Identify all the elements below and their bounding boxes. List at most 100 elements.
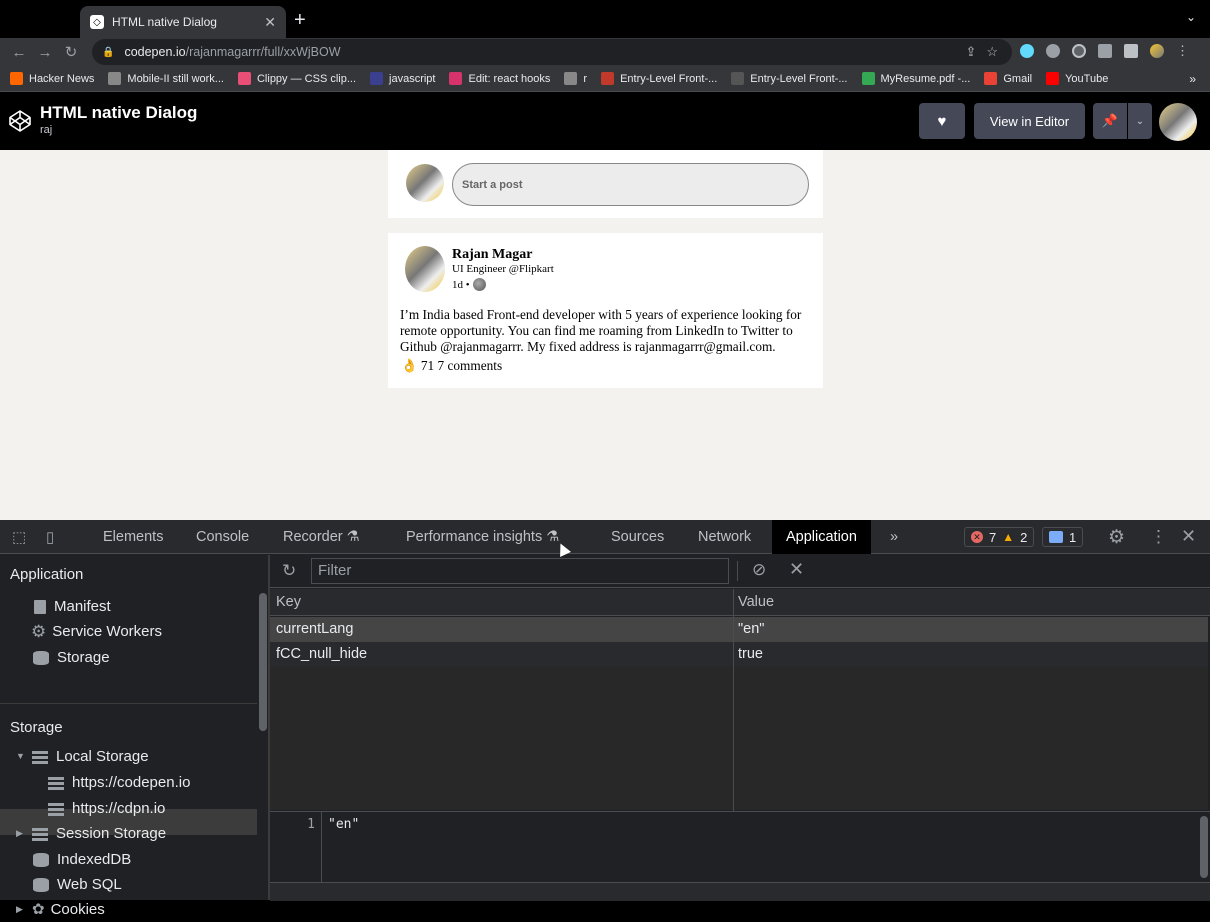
issues-badge[interactable]: ✕ 7 ▲ 2: [964, 527, 1035, 547]
table-empty-area: [270, 667, 1208, 810]
bookmark-item[interactable]: Hacker News: [10, 72, 94, 85]
sidebar-item-cookies[interactable]: ▶ ✿ Cookies: [16, 897, 105, 922]
tab-recorder[interactable]: Recorder ⚗: [283, 520, 360, 554]
tab-sources[interactable]: Sources: [611, 520, 664, 554]
start-post-button[interactable]: Start a post: [452, 163, 809, 206]
menu-kebab-icon[interactable]: ⋮: [1176, 44, 1189, 58]
post-reactions[interactable]: 👌 71 7 comments: [401, 358, 502, 374]
filter-input[interactable]: Filter: [311, 558, 729, 584]
post-card: Rajan Magar UI Engineer @Flipkart 1d • I…: [388, 233, 823, 388]
post-body: I’m India based Front-end developer with…: [400, 307, 802, 354]
bookmark-item[interactable]: Edit: react hooks: [449, 72, 550, 85]
bookmark-item[interactable]: r: [564, 72, 587, 85]
pin-button[interactable]: 📌: [1093, 103, 1127, 139]
bookmark-favicon-icon: [108, 72, 122, 85]
share-icon[interactable]: ⇪: [965, 44, 976, 60]
column-key-header[interactable]: Key: [276, 594, 301, 610]
sidepanel-icon[interactable]: [1124, 44, 1138, 58]
sidebar-item-manifest[interactable]: Manifest: [34, 594, 111, 619]
application-heading: Application: [10, 566, 84, 583]
column-value-header[interactable]: Value: [738, 594, 774, 610]
clear-all-icon[interactable]: ⊘: [752, 560, 766, 580]
cookie-icon: ✿: [32, 901, 45, 918]
table-header: Key Value: [270, 589, 1210, 616]
bookmark-item[interactable]: YouTube: [1046, 72, 1108, 85]
bookmark-item[interactable]: Clippy — CSS clip...: [237, 72, 356, 85]
view-in-editor-button[interactable]: View in Editor: [974, 103, 1085, 139]
table-row[interactable]: fCC_null_hide true: [270, 642, 1208, 667]
close-tab-icon[interactable]: ✕: [264, 14, 276, 31]
reload-icon[interactable]: ↻: [58, 43, 84, 61]
collapsed-triangle-icon[interactable]: ▶: [16, 821, 24, 846]
bookmark-favicon-icon: [731, 72, 745, 85]
preview-scrollbar[interactable]: [1200, 816, 1208, 878]
more-bookmarks-chevron[interactable]: »: [1189, 72, 1196, 86]
error-count: 7: [989, 529, 997, 545]
tab-elements[interactable]: Elements: [103, 520, 163, 554]
profile-avatar-icon[interactable]: [1150, 44, 1164, 58]
messages-badge[interactable]: 1: [1042, 527, 1084, 547]
device-toolbar-icon[interactable]: ▯: [46, 528, 54, 546]
collapsed-triangle-icon[interactable]: ▶: [16, 897, 24, 922]
tab-network[interactable]: Network: [698, 520, 751, 554]
sidebar-item-local-storage[interactable]: ▼ Local Storage: [16, 744, 149, 769]
pen-author[interactable]: raj: [40, 124, 52, 136]
bookmark-item[interactable]: javascript: [370, 72, 435, 85]
react-devtools-icon[interactable]: [1020, 44, 1034, 58]
sidebar-item-codepen-origin[interactable]: https://codepen.io: [48, 770, 190, 795]
tab-console[interactable]: Console: [196, 520, 249, 554]
extension-icon[interactable]: [1072, 44, 1086, 58]
codepen-logo-icon[interactable]: [8, 109, 32, 133]
sidebar-item-label: Local Storage: [56, 748, 149, 765]
table-row[interactable]: currentLang "en": [270, 617, 1208, 642]
bookmark-star-icon[interactable]: ☆: [986, 44, 998, 60]
expand-triangle-icon[interactable]: ▼: [16, 744, 25, 769]
puzzle-icon[interactable]: [1098, 44, 1112, 58]
new-tab-icon[interactable]: +: [294, 10, 306, 30]
forward-icon[interactable]: →: [32, 44, 58, 61]
sidebar-item-service-workers[interactable]: ⚙ Service Workers: [31, 619, 162, 644]
refresh-icon[interactable]: ↻: [282, 561, 296, 581]
storage-view: ↻ Filter ⊘ ✕ Key Value currentLang "en" …: [270, 555, 1210, 901]
bookmark-item[interactable]: MyResume.pdf -...: [861, 72, 970, 85]
codepen-user-avatar[interactable]: [1159, 103, 1197, 141]
sidebar-item-label: Service Workers: [52, 623, 162, 640]
browser-tab[interactable]: ◇ HTML native Dialog ✕: [80, 6, 286, 38]
sidebar-item-session-storage[interactable]: ▶ Session Storage: [16, 821, 166, 846]
tab-performance-insights[interactable]: Performance insights ⚗: [406, 520, 559, 554]
table-icon: [32, 749, 48, 764]
sidebar-scrollbar[interactable]: [259, 593, 267, 731]
sidebar-item-indexeddb[interactable]: IndexedDB: [33, 847, 131, 872]
post-time-text: 1d •: [452, 278, 470, 291]
settings-gear-icon[interactable]: ⚙: [1108, 526, 1125, 549]
sidebar-item-cdpn-origin[interactable]: https://cdpn.io: [48, 796, 165, 821]
back-icon[interactable]: ←: [6, 44, 32, 61]
extension-icon[interactable]: [1046, 44, 1060, 58]
tab-search-chevron-icon[interactable]: ⌄: [1186, 10, 1196, 24]
bookmark-favicon-icon: [237, 72, 251, 85]
sidebar-item-storage[interactable]: Storage: [33, 645, 110, 670]
close-devtools-icon[interactable]: ✕: [1181, 526, 1196, 547]
bookmark-favicon-icon: [1046, 72, 1060, 85]
bookmark-item[interactable]: Mobile-II still work...: [108, 72, 224, 85]
kebab-menu-icon[interactable]: ⋮: [1150, 527, 1167, 547]
post-author-name[interactable]: Rajan Magar: [452, 247, 533, 263]
pen-title: HTML native Dialog: [40, 103, 198, 122]
database-icon: [33, 852, 49, 867]
sidebar-item-websql[interactable]: Web SQL: [33, 872, 122, 897]
inspect-element-icon[interactable]: ⬚: [12, 528, 26, 546]
address-bar[interactable]: 🔒 codepen.io/rajanmagarrr/full/xxWjBOW ⇪…: [92, 39, 1012, 65]
devtools-panel: ⬚ ▯ Elements Console Recorder ⚗ Performa…: [0, 520, 1210, 918]
heart-button[interactable]: ♥: [919, 103, 965, 139]
more-tabs-chevron[interactable]: »: [890, 520, 898, 554]
bookmark-item[interactable]: Entry-Level Front-...: [601, 72, 717, 85]
bookmark-label: Mobile-II still work...: [127, 72, 224, 85]
column-divider[interactable]: [733, 589, 734, 811]
bookmark-item[interactable]: Entry-Level Front-...: [731, 72, 848, 85]
bookmark-item[interactable]: Gmail: [984, 72, 1032, 85]
delete-selected-icon[interactable]: ✕: [789, 559, 804, 580]
pin-dropdown-button[interactable]: ⌄: [1128, 103, 1152, 139]
tab-application[interactable]: Application: [772, 520, 871, 554]
sidebar-item-label: Storage: [57, 649, 110, 666]
tab-performance-insights-label: Performance insights: [406, 529, 543, 545]
